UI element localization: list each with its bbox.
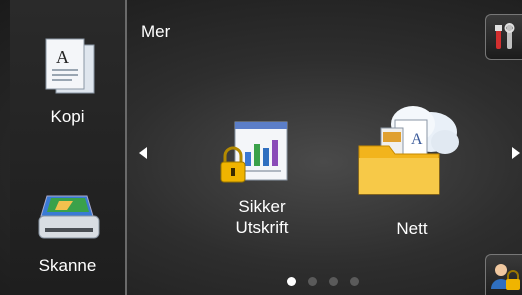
scanner-icon: [37, 192, 101, 248]
page-dot-2: [308, 277, 317, 286]
touchscreen: A Kopi Skanne Mer Sikker Utskrift A Nett: [0, 0, 522, 295]
secure-print-icon: [217, 118, 297, 194]
page-title: Mer: [141, 22, 171, 41]
main-panel: Mer Sikker Utskrift A Nett: [127, 0, 522, 295]
settings-button[interactable]: [485, 14, 522, 60]
page-dot-3: [329, 277, 338, 286]
copy-button[interactable]: A Kopi: [10, 15, 125, 135]
user-lock-icon: [490, 261, 520, 291]
secure-print-label-line1: Sikker: [238, 197, 286, 216]
secure-print-button[interactable]: Sikker Utskrift: [217, 118, 307, 248]
user-lock-button[interactable]: [485, 254, 522, 295]
svg-text:A: A: [56, 47, 69, 67]
previous-page-arrow[interactable]: [139, 147, 147, 159]
next-page-arrow[interactable]: [512, 147, 520, 159]
page-dot-1: [287, 277, 296, 286]
sidebar: A Kopi Skanne: [10, 0, 127, 295]
secure-print-label-line2: Utskrift: [235, 218, 289, 237]
web-cloud-folder-icon: A: [357, 98, 461, 198]
copy-label: Kopi: [50, 107, 85, 126]
web-label: Nett: [396, 219, 428, 238]
copy-document-icon: A: [42, 37, 100, 99]
web-button[interactable]: A Nett: [357, 98, 467, 238]
page-dot-4: [350, 277, 359, 286]
svg-text:A: A: [411, 131, 423, 148]
page-indicator: [287, 277, 359, 286]
tools-icon: [492, 23, 518, 51]
scan-label: Skanne: [38, 256, 97, 275]
scan-button[interactable]: Skanne: [10, 170, 125, 290]
